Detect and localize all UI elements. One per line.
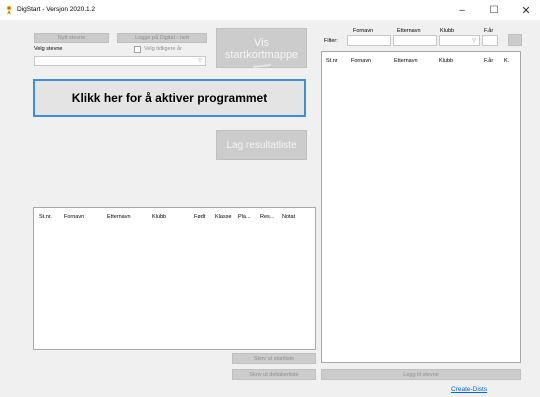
- column-header[interactable]: Pla...: [238, 214, 251, 220]
- close-icon[interactable]: ✕: [510, 0, 540, 20]
- filter-firstname-input[interactable]: [347, 35, 391, 46]
- add-to-event-button[interactable]: Legg til stevne: [321, 369, 521, 380]
- column-header[interactable]: St.nr: [326, 58, 338, 64]
- activate-program-button[interactable]: Klikk her for å aktiver programmet: [33, 79, 306, 117]
- new-event-button[interactable]: Nytt stevne: [34, 33, 109, 43]
- print-start-list-button[interactable]: Skriv ut startliste: [232, 353, 316, 364]
- filter-header-lastname: Etternavn: [397, 28, 421, 34]
- filter-label: Filter:: [324, 38, 338, 44]
- create-result-list-button[interactable]: Lag resultatliste: [216, 130, 307, 160]
- filter-header-club: Klubb: [440, 28, 455, 34]
- filter-club-dropdown[interactable]: ▽: [439, 35, 480, 46]
- filter-header-birthyear: F.år: [484, 28, 494, 34]
- earlier-year-checkbox[interactable]: [134, 46, 141, 53]
- login-digital-button[interactable]: Logge på Digital - nett: [117, 33, 207, 43]
- window-title: DigStart - Versjon 2020.1.2: [17, 6, 96, 13]
- filter-lastname-input[interactable]: [393, 35, 437, 46]
- column-header[interactable]: Klubb: [439, 58, 453, 64]
- column-header[interactable]: F.år: [484, 58, 493, 64]
- minimize-icon[interactable]: –: [446, 0, 478, 20]
- app-logo-icon: [4, 5, 14, 15]
- earlier-year-label: Velg tidligere år: [144, 46, 182, 52]
- show-start-folder-label: Vis startkortmappe: [224, 37, 299, 61]
- print-participant-list-button[interactable]: Skriv ut deltakerliste: [232, 369, 316, 380]
- clear-filter-button[interactable]: [508, 34, 522, 46]
- people-table[interactable]: St.nr Fornavn Etternavn Klubb F.år K.: [321, 51, 521, 363]
- select-event-label: Velg stevne: [34, 46, 63, 52]
- book-icon: [252, 64, 271, 68]
- chevron-down-icon: ▽: [198, 58, 202, 64]
- create-dists-link[interactable]: Create-Dists: [451, 386, 487, 393]
- column-header[interactable]: Etternavn: [394, 58, 418, 64]
- column-header[interactable]: Klasse: [215, 214, 232, 220]
- filter-birthyear-input[interactable]: [482, 35, 498, 46]
- column-header[interactable]: Notat: [282, 214, 295, 220]
- filter-header-firstname: Fornavn: [353, 28, 374, 34]
- column-header[interactable]: Etternavn: [107, 214, 131, 220]
- column-header[interactable]: Født: [194, 214, 205, 220]
- column-header[interactable]: Res...: [260, 214, 274, 220]
- column-header[interactable]: Klubb: [152, 214, 166, 220]
- column-header[interactable]: St.nr.: [39, 214, 52, 220]
- chevron-down-icon: ▽: [472, 38, 476, 44]
- show-start-folder-button[interactable]: Vis startkortmappe: [216, 28, 307, 68]
- column-header[interactable]: K.: [504, 58, 509, 64]
- maximize-icon[interactable]: ☐: [478, 0, 510, 20]
- select-event-dropdown[interactable]: ▽: [34, 56, 206, 66]
- column-header[interactable]: Fornavn: [351, 58, 371, 64]
- create-result-list-label: Lag resultatliste: [226, 139, 297, 151]
- participants-table[interactable]: St.nr. Fornavn Etternavn Klubb Født Klas…: [33, 207, 316, 350]
- column-header[interactable]: Fornavn: [64, 214, 84, 220]
